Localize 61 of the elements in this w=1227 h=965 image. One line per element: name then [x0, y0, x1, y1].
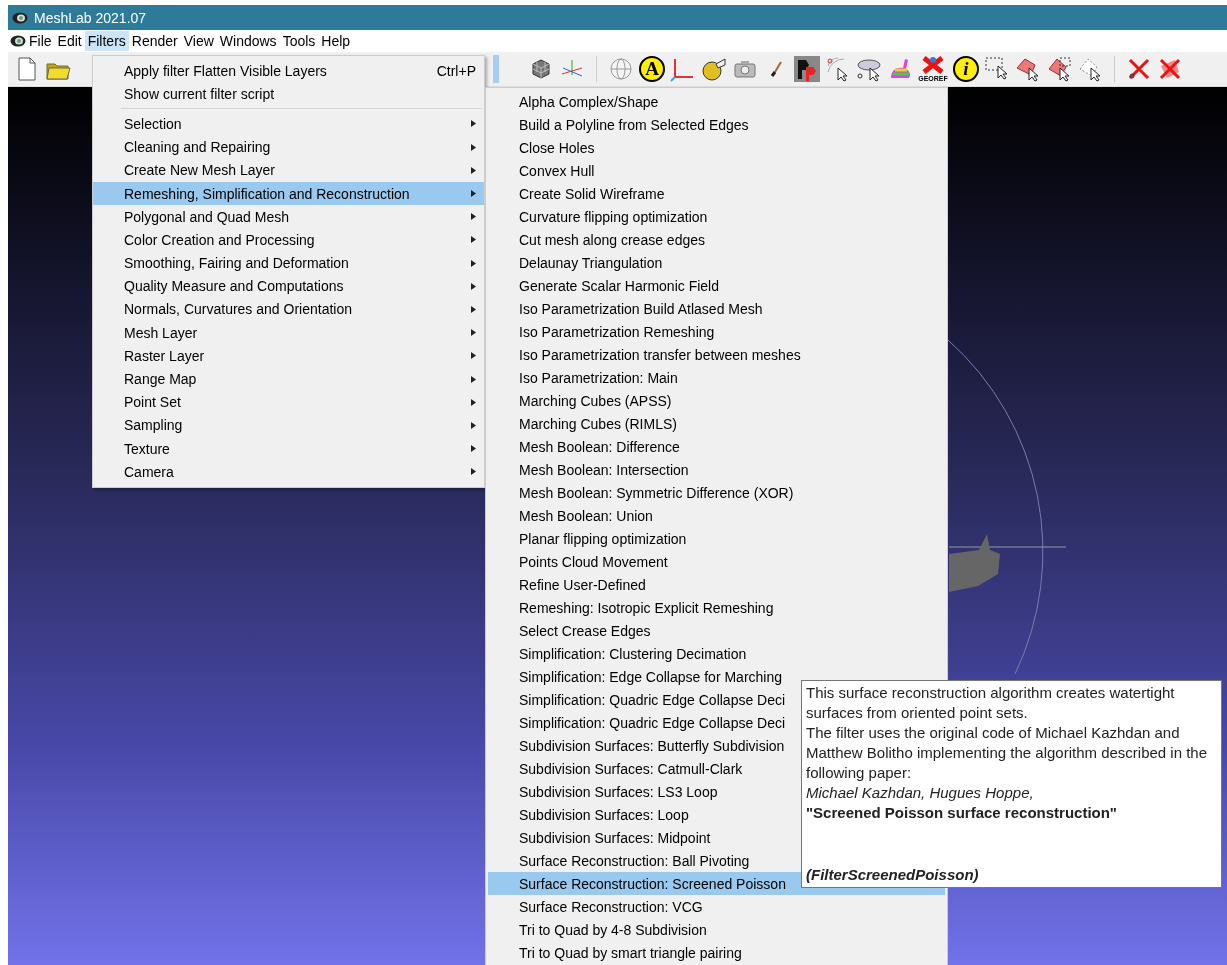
menu-entry[interactable]: Tri to Quad by 4-8 Subdivision: [488, 918, 945, 941]
menu-entry[interactable]: Select Crease Edges: [488, 619, 945, 642]
submenu-entry[interactable]: Mesh Layer: [93, 321, 484, 345]
menu-entry[interactable]: Tri to Quad by smart triangle pairing: [488, 941, 945, 964]
menu-entry[interactable]: Remeshing: Isotropic Explicit Remeshing: [488, 596, 945, 619]
submenu-entry[interactable]: Point Set: [93, 390, 484, 414]
annotation-icon[interactable]: A: [639, 56, 665, 82]
menu-entry[interactable]: Mesh Boolean: Union: [488, 504, 945, 527]
menu-entry[interactable]: Iso Parametrization: Main: [488, 366, 945, 389]
menu-item[interactable]: Help: [318, 31, 354, 51]
menu-entry[interactable]: Iso Parametrization transfer between meshes: [488, 343, 945, 366]
menu-entry[interactable]: Mesh Boolean: Symmetric Difference (XOR): [488, 481, 945, 504]
menu-entry[interactable]: Marching Cubes (APSS): [488, 389, 945, 412]
menu-entry[interactable]: Convex Hull: [488, 159, 945, 182]
menu-entry[interactable]: Planar flipping optimization: [488, 527, 945, 550]
submenu-entry[interactable]: Texture: [93, 437, 484, 461]
menu-item[interactable]: View: [180, 31, 217, 51]
menu-item[interactable]: File: [26, 31, 55, 51]
menu-entry[interactable]: Delaunay Triangulation: [488, 251, 945, 274]
info-icon[interactable]: i: [953, 56, 979, 82]
menu-entry[interactable]: Refine User-Defined: [488, 573, 945, 596]
submenu-entry[interactable]: Remeshing, Simplification and Reconstruction: [93, 181, 484, 206]
menu-entry[interactable]: Curvature flipping optimization: [488, 205, 945, 228]
menu-entry[interactable]: Iso Parametrization Build Atlased Mesh: [488, 297, 945, 320]
window-title: MeshLab 2021.07: [34, 9, 147, 26]
submenu-entry[interactable]: Cleaning and Repairing: [93, 135, 484, 159]
shortcut-label: Ctrl+P: [436, 62, 476, 79]
menu-entry[interactable]: Iso Parametrization Remeshing: [488, 320, 945, 343]
submenu-entry[interactable]: Sampling: [93, 413, 484, 437]
menu-entry[interactable]: Close Holes: [488, 136, 945, 159]
menu-entry[interactable]: Simplification: Clustering Decimation: [488, 642, 945, 665]
tooltip-text: Michael Kazhdan, Hugues Hoppe,: [806, 783, 1035, 803]
submenu-entry[interactable]: Selection: [93, 112, 484, 136]
menu-entry[interactable]: Build a Polyline from Selected Edges: [488, 113, 945, 136]
submenu-entry[interactable]: Smoothing, Fairing and Deformation: [93, 251, 484, 275]
tooltip-text: The filter uses the original code of Michael Kazhdan and Matthew Bolitho implementing the algorithm described in the following paper:: [806, 723, 1209, 783]
menu-entry[interactable]: Create Solid Wireframe: [488, 182, 945, 205]
menu-item[interactable]: Tools: [279, 31, 319, 51]
menu-entry[interactable]: Apply filter Flatten Visible Layers Ctrl+P: [93, 59, 484, 83]
menu-entry[interactable]: Mesh Boolean: Intersection: [488, 458, 945, 481]
menu-entry[interactable]: Cut mesh along crease edges: [488, 228, 945, 251]
submenu-entry[interactable]: Polygonal and Quad Mesh: [93, 205, 484, 229]
menu-entry[interactable]: Surface Reconstruction: VCG: [488, 895, 945, 918]
menu-item[interactable]: Filters: [84, 31, 129, 51]
tooltip-text: "Screened Poisson surface reconstruction": [806, 803, 1118, 823]
menu-entry[interactable]: Points Cloud Movement: [488, 550, 945, 573]
submenu-entry[interactable]: Create New Mesh Layer: [93, 158, 484, 182]
menu-entry[interactable]: Generate Scalar Harmonic Field: [488, 274, 945, 297]
submenu-entry[interactable]: Color Creation and Processing: [93, 228, 484, 252]
menu-item[interactable]: Windows: [216, 31, 280, 51]
submenu-entry[interactable]: Range Map: [93, 367, 484, 391]
submenu-entry[interactable]: Normals, Curvatures and Orientation: [93, 297, 484, 322]
menu-entry[interactable]: Mesh Boolean: Difference: [488, 435, 945, 458]
submenu-entry[interactable]: Quality Measure and Computations: [93, 274, 484, 298]
menu-item[interactable]: Edit: [54, 31, 85, 51]
menu-entry[interactable]: Alpha Complex/Shape: [488, 90, 945, 113]
submenu-entry[interactable]: Camera: [93, 460, 484, 484]
menu-entry[interactable]: Marching Cubes (RIMLS): [488, 412, 945, 435]
menu-entry[interactable]: Show current filter script: [93, 82, 484, 106]
submenu-entry[interactable]: Raster Layer: [93, 344, 484, 368]
menu-item[interactable]: Render: [128, 31, 181, 51]
